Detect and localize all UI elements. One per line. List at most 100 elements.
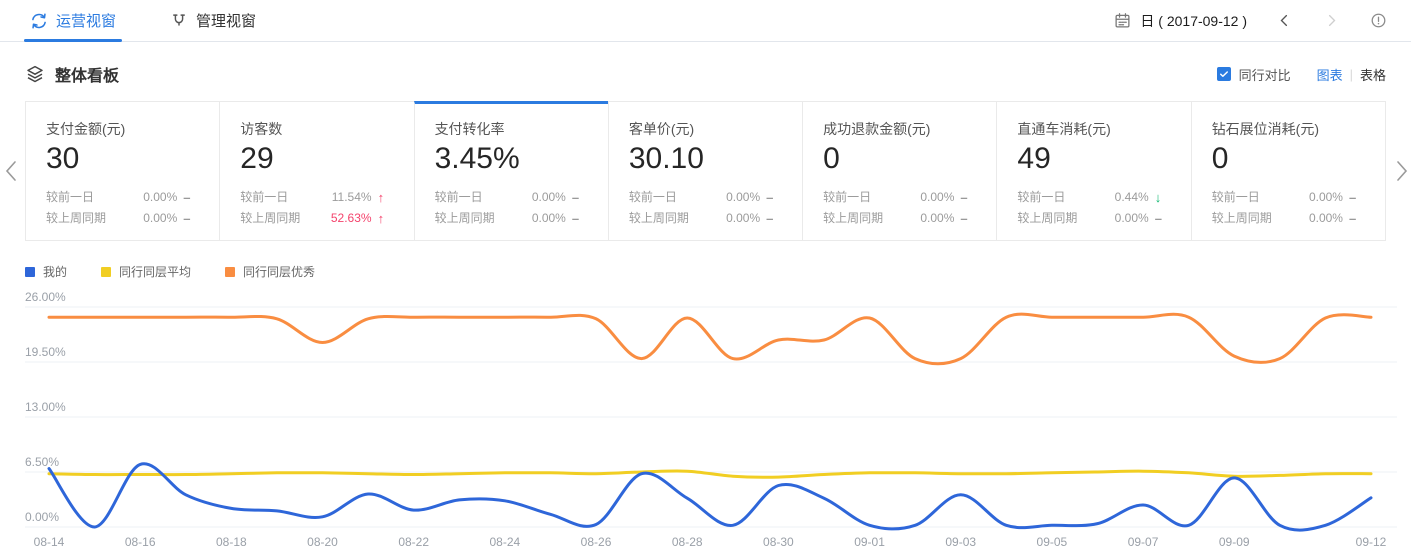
trend-icon: – bbox=[1349, 191, 1365, 204]
svg-text:08-24: 08-24 bbox=[490, 535, 521, 549]
dashboard-page: 运营视窗 管理视窗 日 ( bbox=[0, 0, 1411, 560]
metric-card[interactable]: 客单价(元) 30.10 较前一日 0.00% – 较上周同期 0.00% – bbox=[608, 101, 803, 241]
trend-icon: – bbox=[572, 191, 588, 204]
prev-date-button[interactable] bbox=[1273, 10, 1295, 32]
tab-label: 管理视窗 bbox=[196, 10, 256, 31]
legend-item[interactable]: 我的 bbox=[25, 263, 67, 280]
tab-management-view[interactable]: 管理视窗 bbox=[170, 0, 256, 41]
comparison-row: 较前一日 0.00% – bbox=[1212, 187, 1365, 208]
comparison-value: 0.00% bbox=[1291, 208, 1343, 229]
metric-card[interactable]: 成功退款金额(元) 0 较前一日 0.00% – 较上周同期 0.00% – bbox=[802, 101, 997, 241]
svg-text:0.00%: 0.00% bbox=[25, 510, 59, 524]
legend-item[interactable]: 同行同层平均 bbox=[101, 263, 191, 280]
peer-compare-checkbox[interactable] bbox=[1217, 67, 1231, 81]
metric-label: 直通车消耗(元) bbox=[1017, 119, 1170, 139]
trend-icon: – bbox=[766, 191, 782, 204]
cards-prev-arrow[interactable] bbox=[4, 160, 18, 182]
board-title-group: 整体看板 bbox=[25, 62, 119, 86]
svg-text:09-09: 09-09 bbox=[1219, 535, 1250, 549]
legend-label: 同行同层平均 bbox=[119, 263, 191, 280]
comparison-row: 较前一日 0.44% ↓ bbox=[1017, 187, 1170, 208]
comparison-value: 0.00% bbox=[1291, 187, 1343, 208]
comparison-name: 较前一日 bbox=[435, 187, 514, 208]
comparison-row: 较上周同期 0.00% – bbox=[629, 208, 782, 229]
legend-label: 我的 bbox=[43, 263, 67, 280]
info-icon[interactable] bbox=[1367, 10, 1389, 32]
metric-card[interactable]: 访客数 29 较前一日 11.54% ↑ 较上周同期 52.63% ↑ bbox=[219, 101, 414, 241]
view-chart-link[interactable]: 图表 bbox=[1317, 65, 1343, 84]
comparison-value: 0.00% bbox=[902, 208, 954, 229]
metric-label: 成功退款金额(元) bbox=[823, 119, 976, 139]
view-table-link[interactable]: 表格 bbox=[1360, 65, 1386, 84]
svg-text:09-01: 09-01 bbox=[854, 535, 885, 549]
nav-right-controls: 日 ( 2017-09-12 ) bbox=[1114, 10, 1389, 32]
comparison-value: 0.00% bbox=[708, 187, 760, 208]
svg-text:09-12: 09-12 bbox=[1356, 535, 1387, 549]
legend-swatch-icon bbox=[225, 267, 235, 277]
legend-item[interactable]: 同行同层优秀 bbox=[225, 263, 315, 280]
metric-card[interactable]: 钻石展位消耗(元) 0 较前一日 0.00% – 较上周同期 0.00% – bbox=[1191, 101, 1386, 241]
comparison-value: 0.44% bbox=[1097, 187, 1149, 208]
trend-icon: ↓ bbox=[1155, 191, 1171, 204]
board-controls: 同行对比 图表 | 表格 bbox=[1217, 65, 1386, 84]
metric-card[interactable]: 支付转化率 3.45% 较前一日 0.00% – 较上周同期 0.00% – bbox=[414, 101, 609, 241]
comparison-row: 较前一日 0.00% – bbox=[435, 187, 588, 208]
metric-value: 0 bbox=[823, 140, 976, 178]
metric-value: 49 bbox=[1017, 140, 1170, 178]
svg-text:08-16: 08-16 bbox=[125, 535, 156, 549]
view-toggle: 图表 | 表格 bbox=[1317, 65, 1386, 84]
svg-text:08-14: 08-14 bbox=[34, 535, 65, 549]
legend-swatch-icon bbox=[25, 267, 35, 277]
metric-label: 访客数 bbox=[240, 119, 393, 139]
comparison-row: 较前一日 0.00% – bbox=[46, 187, 199, 208]
trend-icon: – bbox=[766, 212, 782, 225]
trend-icon: – bbox=[183, 212, 199, 225]
comparison-name: 较上周同期 bbox=[240, 208, 319, 229]
comparison-name: 较前一日 bbox=[629, 187, 708, 208]
svg-text:09-05: 09-05 bbox=[1037, 535, 1068, 549]
next-date-button[interactable] bbox=[1321, 10, 1343, 32]
metric-value: 30 bbox=[46, 140, 199, 178]
page-title: 整体看板 bbox=[55, 62, 119, 86]
comparison-row: 较上周同期 0.00% – bbox=[1017, 208, 1170, 229]
metric-value: 29 bbox=[240, 140, 393, 178]
metric-card[interactable]: 直通车消耗(元) 49 较前一日 0.44% ↓ 较上周同期 0.00% – bbox=[996, 101, 1191, 241]
metric-card[interactable]: 支付金额(元) 30 较前一日 0.00% – 较上周同期 0.00% – bbox=[25, 101, 220, 241]
comparison-name: 较上周同期 bbox=[435, 208, 514, 229]
comparison-row: 较上周同期 0.00% – bbox=[1212, 208, 1365, 229]
trend-icon: – bbox=[183, 191, 199, 204]
comparison-row: 较上周同期 0.00% – bbox=[435, 208, 588, 229]
comparison-row: 较上周同期 0.00% – bbox=[46, 208, 199, 229]
chart-legend: 我的 同行同层平均 同行同层优秀 bbox=[25, 263, 1411, 280]
tab-operation-view[interactable]: 运营视窗 bbox=[30, 0, 116, 41]
date-selector[interactable]: 日 ( 2017-09-12 ) bbox=[1114, 11, 1247, 31]
trend-icon: – bbox=[960, 212, 976, 225]
legend-label: 同行同层优秀 bbox=[243, 263, 315, 280]
metric-cards-row: 支付金额(元) 30 较前一日 0.00% – 较上周同期 0.00% – 访客… bbox=[25, 101, 1386, 241]
legend-swatch-icon bbox=[101, 267, 111, 277]
peer-compare-label[interactable]: 同行对比 bbox=[1239, 65, 1291, 84]
trend-icon: ↑ bbox=[378, 212, 394, 225]
comparison-value: 0.00% bbox=[514, 208, 566, 229]
comparison-row: 较前一日 0.00% – bbox=[823, 187, 976, 208]
layers-icon bbox=[25, 64, 45, 84]
metric-value: 0 bbox=[1212, 140, 1365, 178]
metric-label: 钻石展位消耗(元) bbox=[1212, 119, 1365, 139]
svg-text:08-22: 08-22 bbox=[398, 535, 429, 549]
board-header: 整体看板 同行对比 图表 | 表格 bbox=[0, 42, 1411, 101]
comparison-name: 较前一日 bbox=[823, 187, 902, 208]
comparison-name: 较上周同期 bbox=[1017, 208, 1096, 229]
svg-text:09-03: 09-03 bbox=[945, 535, 976, 549]
metric-value: 30.10 bbox=[629, 140, 782, 178]
trend-icon: – bbox=[960, 191, 976, 204]
calendar-icon bbox=[1114, 12, 1131, 29]
mho-icon bbox=[170, 12, 188, 30]
trend-icon: – bbox=[572, 212, 588, 225]
comparison-value: 0.00% bbox=[708, 208, 760, 229]
svg-text:08-18: 08-18 bbox=[216, 535, 247, 549]
comparison-value: 52.63% bbox=[320, 208, 372, 229]
comparison-value: 0.00% bbox=[514, 187, 566, 208]
svg-text:08-20: 08-20 bbox=[307, 535, 338, 549]
cards-next-arrow[interactable] bbox=[1395, 160, 1409, 182]
metric-label: 支付转化率 bbox=[435, 119, 588, 139]
